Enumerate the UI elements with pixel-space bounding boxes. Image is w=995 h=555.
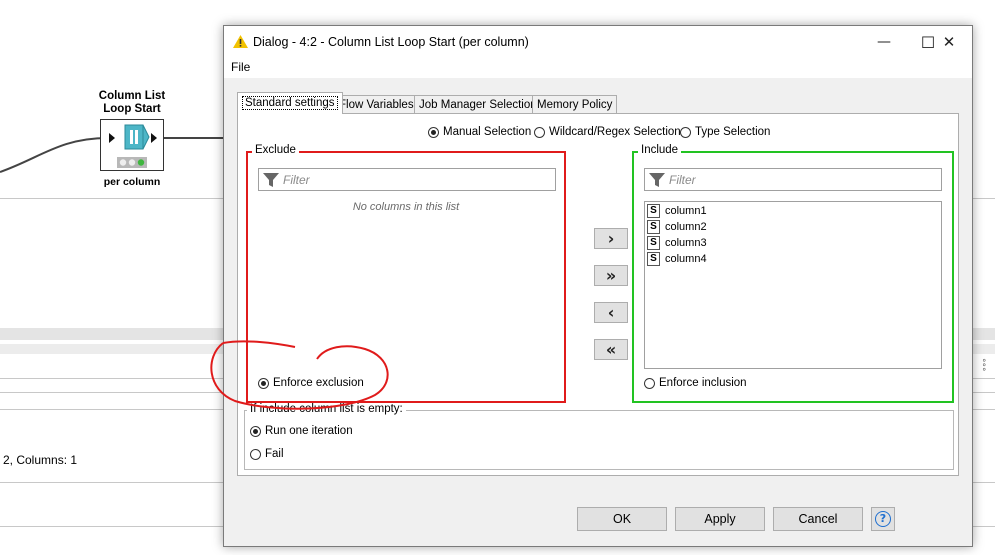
radio-dot bbox=[680, 126, 691, 138]
radio-type-selection[interactable]: Type Selection bbox=[680, 126, 770, 138]
include-label: Include bbox=[638, 144, 682, 156]
ok-button[interactable]: OK bbox=[577, 507, 667, 531]
add-button[interactable]: › bbox=[594, 228, 628, 249]
chevron-right-icon: › bbox=[607, 229, 615, 248]
title-bar[interactable]: Dialog - 4:2 - Column List Loop Start (p… bbox=[224, 26, 972, 58]
cancel-button[interactable]: Cancel bbox=[773, 507, 863, 531]
remove-button[interactable]: ‹ bbox=[594, 302, 628, 323]
tab-flow-variables[interactable]: Flow Variables bbox=[334, 95, 419, 113]
radio-run-one-iteration[interactable]: Run one iteration bbox=[250, 425, 353, 437]
scroll-grip-icon[interactable]: °°° bbox=[976, 358, 986, 372]
empty-list-group: If include column list is empty: Run one… bbox=[244, 403, 954, 470]
column-list-item[interactable]: Scolumn3 bbox=[647, 235, 939, 251]
close-icon: ✕ bbox=[942, 33, 956, 51]
column-list-item[interactable]: Scolumn1 bbox=[647, 203, 939, 219]
warning-icon bbox=[233, 35, 248, 48]
node-title: Column List Loop Start bbox=[98, 90, 166, 115]
string-type-icon: S bbox=[647, 220, 660, 234]
close-button[interactable]: ✕ bbox=[926, 26, 972, 58]
remove-all-button[interactable]: « bbox=[594, 339, 628, 360]
loop-start-node[interactable] bbox=[100, 119, 164, 171]
help-button[interactable]: ? bbox=[871, 507, 895, 531]
double-chevron-right-icon: » bbox=[605, 266, 617, 285]
radio-dot bbox=[250, 425, 261, 437]
add-all-button[interactable]: » bbox=[594, 265, 628, 286]
radio-manual-selection[interactable]: Manual Selection bbox=[428, 126, 531, 138]
tab-memory-policy[interactable]: Memory Policy bbox=[532, 95, 618, 113]
minimize-icon: — bbox=[877, 34, 891, 50]
node-subtitle: per column bbox=[103, 176, 161, 188]
apply-button[interactable]: Apply bbox=[675, 507, 765, 531]
dialog-title: Dialog - 4:2 - Column List Loop Start (p… bbox=[253, 35, 529, 49]
loop-start-node-icon bbox=[109, 124, 157, 150]
double-chevron-left-icon: « bbox=[605, 340, 617, 359]
include-filter-input[interactable]: Filter bbox=[644, 168, 942, 191]
settings-panel: Manual Selection Wildcard/Regex Selectio… bbox=[237, 113, 959, 476]
tab-job-manager-selection[interactable]: Job Manager Selection bbox=[414, 95, 542, 113]
exclude-label: Exclude bbox=[252, 144, 299, 156]
radio-dot bbox=[534, 126, 545, 138]
radio-enforce-inclusion[interactable]: Enforce inclusion bbox=[644, 377, 747, 389]
radio-dot bbox=[428, 126, 439, 138]
exclude-empty-text: No columns in this list bbox=[352, 201, 460, 213]
string-type-icon: S bbox=[647, 236, 660, 250]
include-group: Include Filter Scolumn1 Scolumn2 Scolumn… bbox=[632, 144, 954, 403]
include-column-list[interactable]: Scolumn1 Scolumn2 Scolumn3 Scolumn4 bbox=[644, 201, 942, 369]
chevron-left-icon: ‹ bbox=[607, 303, 615, 322]
column-list-item[interactable]: Scolumn2 bbox=[647, 219, 939, 235]
menu-bar: File bbox=[224, 58, 972, 78]
filter-icon bbox=[263, 172, 279, 187]
column-list-item[interactable]: Scolumn4 bbox=[647, 251, 939, 267]
radio-wildcard-regex-selection[interactable]: Wildcard/Regex Selection bbox=[534, 126, 681, 138]
radio-dot bbox=[250, 448, 261, 460]
string-type-icon: S bbox=[647, 252, 660, 266]
annotation-circle bbox=[210, 340, 389, 410]
exclude-filter-input[interactable]: Filter bbox=[258, 168, 556, 191]
radio-dot bbox=[644, 377, 655, 389]
node-status-traffic-light bbox=[117, 157, 147, 168]
tab-standard-settings[interactable]: Standard settings bbox=[237, 92, 343, 114]
table-status-text: 2, Columns: 1 bbox=[3, 453, 78, 467]
minimize-button[interactable]: — bbox=[861, 26, 907, 58]
help-icon: ? bbox=[875, 511, 891, 527]
filter-icon bbox=[649, 172, 665, 187]
menu-file[interactable]: File bbox=[231, 60, 250, 74]
dialog-window: Dialog - 4:2 - Column List Loop Start (p… bbox=[223, 25, 973, 547]
string-type-icon: S bbox=[647, 204, 660, 218]
radio-fail[interactable]: Fail bbox=[250, 448, 284, 460]
